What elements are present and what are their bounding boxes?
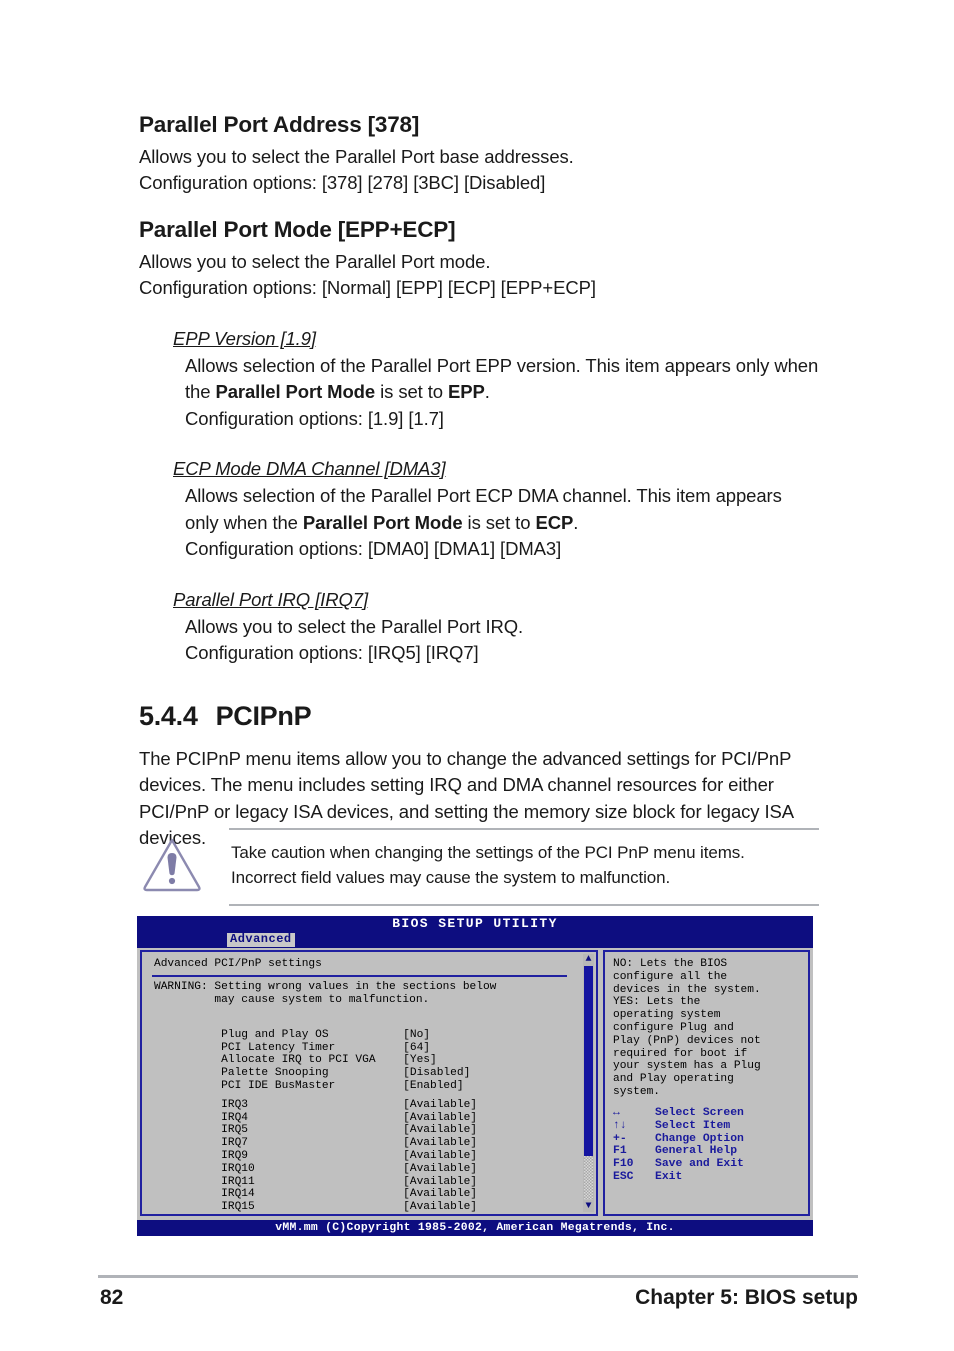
bios-irq-row[interactable]: IRQ10 [Available] [154, 1150, 477, 1175]
bios-copyright-footer: vMM.mm (C)Copyright 1985-2002, American … [137, 1220, 813, 1236]
bios-irq-row[interactable]: IRQ14 [Available] [154, 1176, 477, 1200]
bios-irq-row[interactable]: IRQ5 [Available] [154, 1112, 477, 1136]
subsection-heading-ecp-mode-dma-channel: ECP Mode DMA Channel [DMA3] [173, 458, 446, 480]
bios-tab-advanced[interactable]: Advanced [227, 933, 295, 947]
section-desc-parallel-port-address: Allows you to select the Parallel Port b… [139, 145, 574, 167]
subsection-config-parallel-port-irq: Configuration options: [IRQ5] [IRQ7] [185, 642, 479, 664]
bios-setting-row[interactable]: PCI IDE BusMaster [Enabled] [154, 1067, 470, 1092]
scroll-down-arrow-icon[interactable]: ▼ [583, 1201, 594, 1212]
bios-irq-row[interactable]: IRQ4 [Available] [154, 1099, 477, 1124]
bios-panel-title: Advanced PCI/PnP settings [154, 958, 322, 970]
key-glyph: ↑↓ [613, 1119, 627, 1132]
page-footer-chapter: Chapter 5: BIOS setup [635, 1286, 858, 1309]
key-glyph: F10 [613, 1158, 634, 1171]
bios-settings-list: Plug and Play OS [No] PCI Latency Timer [6… [154, 1016, 470, 1092]
bios-setting-row[interactable]: Plug and Play OS [No] [154, 1016, 470, 1041]
bios-irq-list: IRQ3 [Available] IRQ4 [Available] IRQ5 [Ava… [154, 1086, 477, 1213]
bios-setup-screenshot: BIOS SETUP UTILITY Advanced Advanced PCI… [137, 916, 813, 1236]
subsection-config-epp-version: Configuration options: [1.9] [1.7] [185, 407, 444, 429]
scroll-up-arrow-icon[interactable]: ▲ [583, 954, 594, 965]
subsection-body-text-3: . [573, 511, 579, 533]
emphasis-ecp: ECP [535, 511, 574, 533]
page-number: 82 [100, 1286, 124, 1309]
emphasis-parallel-port-mode: Parallel Port Mode [302, 511, 463, 533]
subsection-body-text-3: . [484, 381, 490, 403]
emphasis-parallel-port-mode: Parallel Port Mode [215, 381, 376, 403]
page-footer-divider [98, 1275, 858, 1278]
key-legend-row: F10 Save and Exit [613, 1158, 744, 1171]
bios-key-legend: ↔ Select Screen ↑↓ Select Item +- Change Op… [613, 1107, 744, 1184]
chapter-section-title: PCIPnP [215, 700, 312, 731]
key-glyph: F1 [613, 1145, 627, 1158]
caution-note-text: Take caution when changing the settings … [231, 843, 745, 887]
key-legend-row: ↑↓ Select Item [613, 1120, 744, 1133]
bios-warning-text: WARNING: Setting wrong values in the sec… [154, 981, 497, 1006]
subsection-body-parallel-port-irq: Allows you to select the Parallel Port I… [185, 615, 524, 637]
bios-setting-row[interactable]: Allocate IRQ to PCI VGA [Yes] [154, 1042, 470, 1066]
subsection-heading-epp-version: EPP Version [1.9] [173, 327, 316, 349]
chapter-section-paragraph: The PCIPnP menu items allow you to chang… [139, 747, 793, 849]
bios-settings-panel: Advanced PCI/PnP settings WARNING: Setti… [140, 950, 598, 1216]
key-legend-row: F1 General Help [613, 1145, 744, 1158]
note-bottom-divider [229, 904, 819, 906]
bios-scrollbar[interactable]: ▲ ▼ [583, 954, 594, 1212]
key-glyph: ↔ [613, 1107, 620, 1119]
subsection-epp-version: EPP Version [1.9] Allows selection of th… [139, 328, 819, 433]
section-config-parallel-port-address: Configuration options: [378] [278] [3BC]… [139, 172, 546, 194]
scrollbar-thumb[interactable] [584, 966, 593, 1156]
key-action: Change Option [655, 1132, 744, 1145]
section-heading-parallel-port-mode: Parallel Port Mode [EPP+ECP] [139, 216, 456, 242]
subsection-body-ecp-mode-dma-channel: Allows selection of the Parallel Port EC… [173, 483, 819, 536]
bios-irq-row[interactable]: IRQ7 [Available] [154, 1124, 477, 1149]
key-action: General Help [655, 1145, 738, 1158]
scrollbar-track[interactable] [584, 1156, 593, 1200]
bios-title: BIOS SETUP UTILITY [392, 916, 558, 931]
section-config-parallel-port-mode: Configuration options: [Normal] [EPP] [E… [139, 277, 596, 299]
subsection-heading-parallel-port-irq: Parallel Port IRQ [IRQ7] [173, 588, 368, 610]
subsection-body-epp-version: Allows selection of the Parallel Port EP… [173, 353, 819, 406]
document-page: Parallel Port Address [378] Allows you t… [0, 0, 954, 1351]
key-glyph: ESC [613, 1170, 634, 1183]
key-action: Save and Exit [655, 1158, 744, 1171]
chapter-section-number: 5.4.4 [139, 700, 198, 731]
bios-irq-row[interactable]: IRQ9 [Available] [154, 1137, 477, 1162]
subsection-parallel-port-irq: Parallel Port IRQ [IRQ7] Allows you to s… [139, 589, 819, 667]
key-legend-row: ↔ Select Screen [613, 1107, 744, 1120]
emphasis-epp: EPP [448, 381, 485, 403]
content-column: Parallel Port Address [378] Allows you t… [139, 112, 819, 852]
key-glyph: +- [613, 1132, 627, 1145]
section-heading-parallel-port-address: Parallel Port Address [378] [139, 112, 420, 137]
subsection-config-ecp-mode-dma-channel: Configuration options: [DMA0] [DMA1] [DM… [185, 538, 562, 560]
caution-triangle-icon [141, 835, 203, 893]
subsection-body-text-2: is set to [375, 381, 449, 403]
irq-label: IRQ15 [221, 1201, 255, 1214]
subsection-body-text-2: is set to [462, 511, 536, 533]
key-action: Select Item [655, 1119, 731, 1132]
bios-setting-row[interactable]: PCI Latency Timer [64] [154, 1029, 470, 1054]
subsection-ecp-mode-dma-channel: ECP Mode DMA Channel [DMA3] Allows selec… [139, 458, 819, 563]
bios-irq-row[interactable]: IRQ3 [Available] [154, 1086, 477, 1111]
bios-irq-row[interactable]: IRQ15 [Available] [154, 1188, 477, 1213]
key-legend-row: +- Change Option [613, 1133, 744, 1146]
key-legend-row: ESC Exit [613, 1171, 744, 1184]
irq-value[interactable]: [Available] [403, 1201, 477, 1214]
bios-help-panel: NO: Lets the BIOS configure all the devi… [603, 950, 810, 1216]
note-top-divider [229, 828, 819, 830]
chapter-section-heading: 5.4.4 PCIPnP [139, 701, 819, 732]
bios-irq-row[interactable]: IRQ11 [Available] [154, 1163, 477, 1188]
key-action: Select Screen [655, 1107, 744, 1119]
key-action: Exit [655, 1170, 683, 1183]
bios-help-text: NO: Lets the BIOS configure all the devi… [613, 958, 761, 1098]
section-desc-parallel-port-mode: Allows you to select the Parallel Port m… [139, 250, 491, 272]
bios-panel-divider [152, 975, 567, 977]
bios-setting-row[interactable]: Palette Snooping [Disabled] [154, 1054, 470, 1079]
